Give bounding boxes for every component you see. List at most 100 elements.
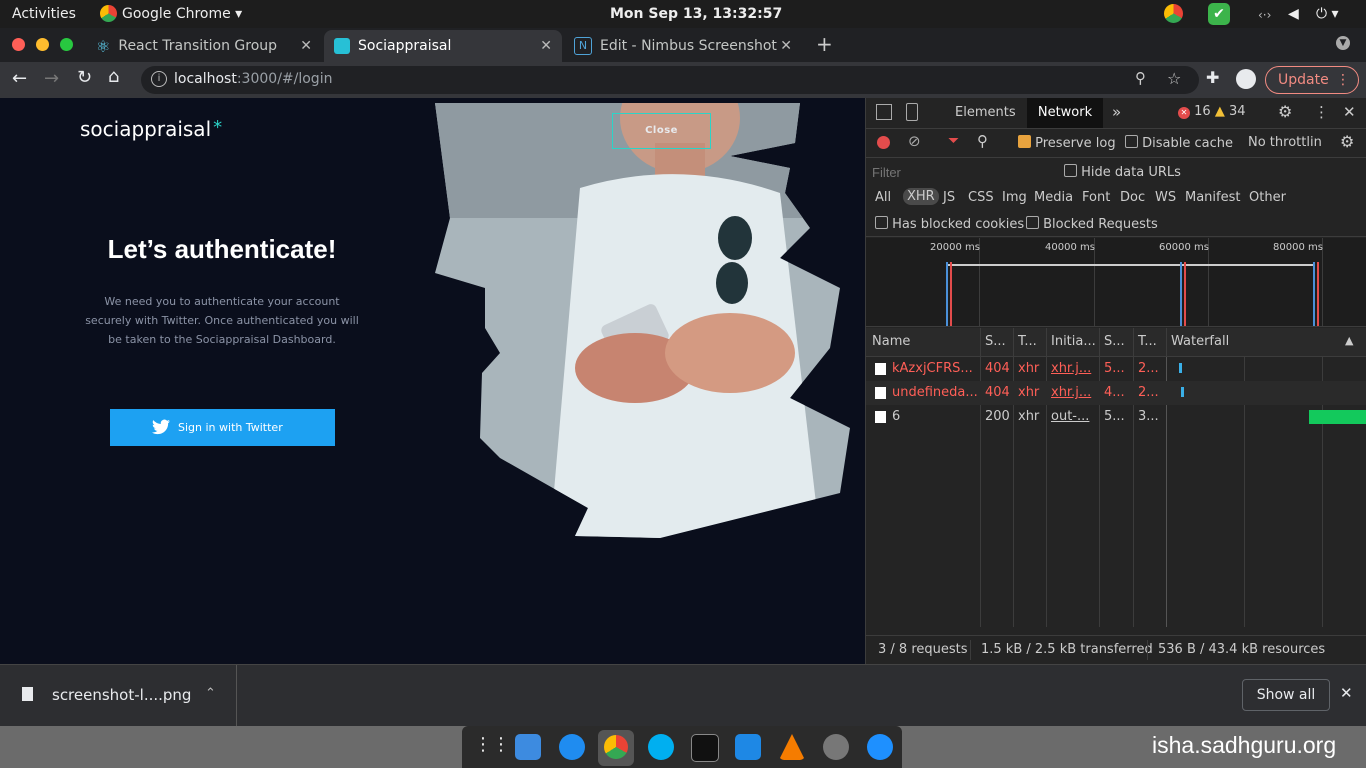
volume-icon[interactable]: ◀ <box>1288 6 1299 22</box>
settings-icon[interactable] <box>823 734 849 760</box>
window-minimize-button[interactable] <box>36 38 49 51</box>
close-button[interactable]: Close <box>612 113 711 149</box>
requests-table-header: Name S... T... Initia... S... T... Water… <box>866 328 1366 357</box>
filter-media[interactable]: Media <box>1034 190 1073 205</box>
more-tabs-icon[interactable]: » <box>1112 103 1121 121</box>
tab-search-icon[interactable]: ▼ <box>1336 36 1350 50</box>
checkbox-unchecked <box>1125 135 1138 148</box>
col-name[interactable]: Name <box>872 334 910 349</box>
network-icon[interactable]: ‹·› <box>1258 8 1271 22</box>
close-icon[interactable]: ✕ <box>540 38 552 54</box>
devtools-close-icon[interactable]: ✕ <box>1343 103 1356 121</box>
table-row[interactable]: 6 200 xhr out-... 5... 3... <box>866 405 1366 429</box>
download-item[interactable]: screenshot-l....png ⌃ <box>0 665 237 727</box>
col-initiator[interactable]: Initia... <box>1051 334 1096 349</box>
table-row[interactable]: undefineda... 404 xhr xhr.j... 4... 2... <box>866 381 1366 405</box>
filter-img[interactable]: Img <box>1002 190 1027 205</box>
timeline-overview[interactable]: 20000 ms 40000 ms 60000 ms 80000 ms <box>866 238 1366 327</box>
issues-counter[interactable]: ✕ 16 ▲ 34 <box>1178 104 1246 119</box>
back-button[interactable]: ← <box>12 68 27 89</box>
filter-other[interactable]: Other <box>1249 190 1286 205</box>
app-store-icon[interactable] <box>559 734 585 760</box>
reload-button[interactable]: ↻ <box>77 67 92 88</box>
finder-icon[interactable] <box>515 734 541 760</box>
inspect-element-icon[interactable] <box>876 104 892 120</box>
filter-font[interactable]: Font <box>1082 190 1110 205</box>
clock[interactable]: Mon Sep 13, 13:32:57 <box>610 6 782 22</box>
show-all-button[interactable]: Show all <box>1242 679 1330 711</box>
filter-ws[interactable]: WS <box>1155 190 1176 205</box>
warning-icon: ▲ <box>1214 104 1225 119</box>
close-icon[interactable]: ✕ <box>780 38 792 54</box>
downloads-close-icon[interactable]: ✕ <box>1340 684 1353 702</box>
settings-gear-icon[interactable]: ⚙ <box>1278 102 1292 121</box>
blocked-requests-checkbox[interactable]: Blocked Requests <box>1026 216 1158 232</box>
search-icon[interactable]: ⚲ <box>977 132 988 150</box>
col-size[interactable]: S... <box>1104 334 1125 349</box>
dock: ⋮⋮ <box>462 726 902 768</box>
col-status[interactable]: S... <box>985 334 1006 349</box>
activities-button[interactable]: Activities <box>12 6 76 22</box>
filter-js[interactable]: JS <box>943 190 955 205</box>
power-icon[interactable]: ⏻ ▾ <box>1316 6 1339 22</box>
address-bar[interactable]: i localhost:3000/#/login ⚲ ☆ <box>141 66 1199 94</box>
vscode-icon[interactable] <box>735 734 761 760</box>
network-settings-icon[interactable]: ⚙ <box>1340 132 1354 151</box>
profile-avatar[interactable] <box>1236 69 1256 89</box>
signin-twitter-button[interactable]: Sign in with Twitter <box>110 409 335 446</box>
col-time[interactable]: T... <box>1138 334 1157 349</box>
throttling-select[interactable]: No throttlin <box>1248 135 1322 150</box>
new-tab-button[interactable]: + <box>816 32 833 56</box>
filter-all[interactable]: All <box>875 190 891 205</box>
filter-row: Hide data URLs <box>866 158 1366 186</box>
forward-button[interactable]: → <box>44 68 59 89</box>
filter-icon[interactable]: ⏷ <box>948 133 959 149</box>
nimbus-icon: N <box>574 37 592 55</box>
clear-icon[interactable]: ⊘ <box>908 132 921 150</box>
terminal-icon[interactable] <box>691 734 719 762</box>
update-button[interactable]: Update ⋮ <box>1265 66 1359 94</box>
check-tray-icon[interactable]: ✔ <box>1208 3 1230 25</box>
table-row[interactable]: kAzxjCFRS... 404 xhr xhr.j... 5... 2... <box>866 357 1366 381</box>
logo[interactable]: sociappraisal * <box>80 117 222 141</box>
record-button[interactable] <box>877 136 890 149</box>
filter-css[interactable]: CSS <box>968 190 994 205</box>
chevron-up-icon[interactable]: ⌃ <box>205 686 216 701</box>
update-manager-icon[interactable] <box>867 734 893 760</box>
filter-doc[interactable]: Doc <box>1120 190 1145 205</box>
window-close-button[interactable] <box>12 38 25 51</box>
tab-sociappraisal[interactable]: Sociappraisal ✕ <box>324 30 562 62</box>
show-apps-icon[interactable]: ⋮⋮ <box>474 734 510 755</box>
tab-network[interactable]: Network <box>1027 98 1103 128</box>
window-maximize-button[interactable] <box>60 38 73 51</box>
filter-xhr[interactable]: XHR <box>903 188 939 205</box>
disable-cache-checkbox[interactable]: Disable cache <box>1125 135 1233 151</box>
tab-react-transition-group[interactable]: ⚛ React Transition Group ✕ <box>88 30 322 62</box>
devtools-menu-icon[interactable]: ⋮ <box>1314 103 1329 121</box>
page-heading: Let’s authenticate! <box>107 234 337 264</box>
app-menu[interactable]: Google Chrome ▾ <box>122 6 242 22</box>
close-icon[interactable]: ✕ <box>300 38 312 54</box>
tab-nimbus[interactable]: N Edit - Nimbus Screenshot ✕ <box>566 30 802 62</box>
file-icon <box>875 411 886 423</box>
dock-background: ⋮⋮ isha.sadhguru.org <box>0 726 1366 768</box>
vlc-icon[interactable] <box>779 734 805 760</box>
extensions-icon[interactable]: ✚ <box>1206 68 1219 87</box>
chrome-tray-icon[interactable] <box>1164 4 1183 23</box>
home-button[interactable]: ⌂ <box>108 66 119 87</box>
sort-up-icon[interactable]: ▲ <box>1345 334 1353 347</box>
chrome-icon[interactable] <box>604 735 628 759</box>
hide-data-urls-checkbox[interactable]: Hide data URLs <box>1064 164 1181 180</box>
bookmark-star-icon[interactable]: ☆ <box>1167 69 1181 88</box>
device-toolbar-icon[interactable] <box>906 103 918 121</box>
blocked-cookies-checkbox[interactable]: Has blocked cookies <box>875 216 1024 232</box>
preserve-log-checkbox[interactable]: Preserve log <box>1018 135 1116 151</box>
zoom-icon[interactable]: ⚲ <box>1135 69 1146 87</box>
col-type[interactable]: T... <box>1018 334 1037 349</box>
filter-manifest[interactable]: Manifest <box>1185 190 1240 205</box>
site-info-icon[interactable]: i <box>151 71 167 87</box>
skype-icon[interactable] <box>648 734 674 760</box>
filter-input[interactable] <box>870 161 1050 183</box>
tab-elements[interactable]: Elements <box>955 105 1016 120</box>
col-waterfall[interactable]: Waterfall <box>1171 334 1229 349</box>
